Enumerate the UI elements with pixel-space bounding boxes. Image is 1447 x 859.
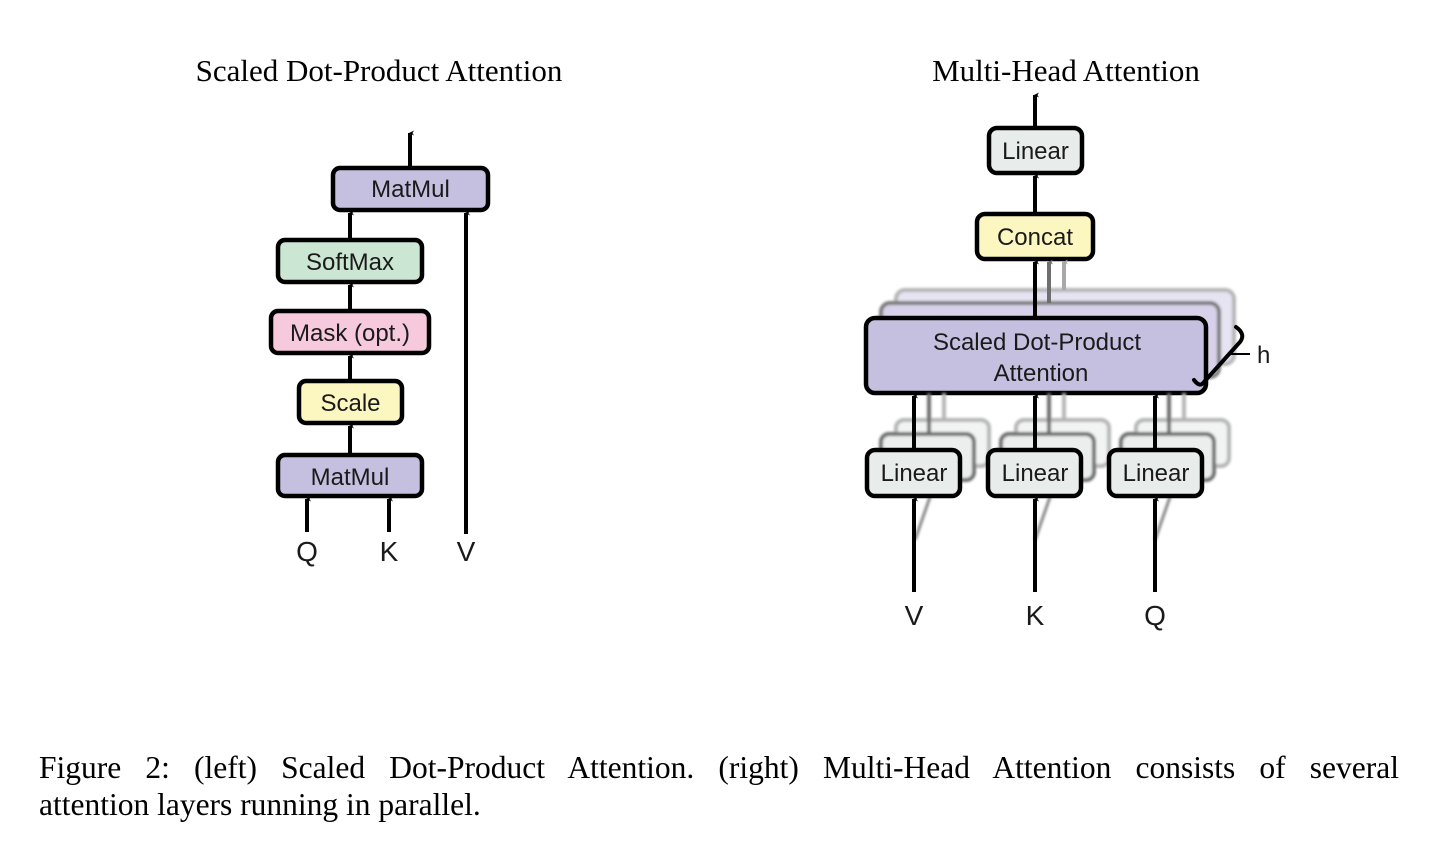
left-diagram-title: Scaled Dot-Product Attention <box>196 53 563 88</box>
mask-label: Mask (opt.) <box>290 320 410 347</box>
concat-block: Concat <box>974 211 1096 262</box>
input-q-label-right: Q <box>1144 600 1166 631</box>
caption-line-2: attention layers running in parallel. <box>39 787 481 822</box>
matmul-bottom-label: MatMul <box>311 464 390 491</box>
softmax-label: SoftMax <box>306 249 394 276</box>
input-q-label: Q <box>296 536 318 567</box>
input-k-label-right: K <box>1026 600 1045 631</box>
linear-k-block: Linear <box>985 447 1084 499</box>
linear-output-block: Linear <box>986 125 1085 176</box>
mask-block: Mask (opt.) <box>268 308 432 356</box>
linear-q-label: Linear <box>1123 460 1190 487</box>
caption-line-1: Figure 2: (left) Scaled Dot-Product Atte… <box>39 750 1399 785</box>
matmul-top-block: MatMul <box>330 165 491 213</box>
linear-q-block: Linear <box>1106 447 1205 499</box>
scale-block: Scale <box>296 378 405 426</box>
linear-k-label: Linear <box>1002 460 1069 487</box>
matmul-top-label: MatMul <box>371 176 450 203</box>
sdpa-label-line2: Attention <box>994 360 1089 387</box>
input-v-label-right: V <box>905 600 924 631</box>
attention-figure: Scaled Dot-Product Attention MatMul Soft… <box>196 53 1271 631</box>
sdpa-block: Scaled Dot-Product Attention <box>863 315 1209 396</box>
concat-label: Concat <box>997 224 1073 251</box>
input-v-label: V <box>457 536 476 567</box>
figure-caption: Figure 2: (left) Scaled Dot-Product Atte… <box>39 749 1399 823</box>
right-diagram-title: Multi-Head Attention <box>932 53 1200 88</box>
input-k-label: K <box>380 536 399 567</box>
linear-v-block: Linear <box>864 447 963 499</box>
linear-output-label: Linear <box>1002 138 1069 165</box>
heads-label: h <box>1257 342 1270 369</box>
sdpa-label-line1: Scaled Dot-Product <box>933 329 1141 356</box>
matmul-bottom-block: MatMul <box>275 452 425 499</box>
linear-v-label: Linear <box>881 460 948 487</box>
softmax-block: SoftMax <box>275 237 425 285</box>
scale-label: Scale <box>320 390 380 417</box>
